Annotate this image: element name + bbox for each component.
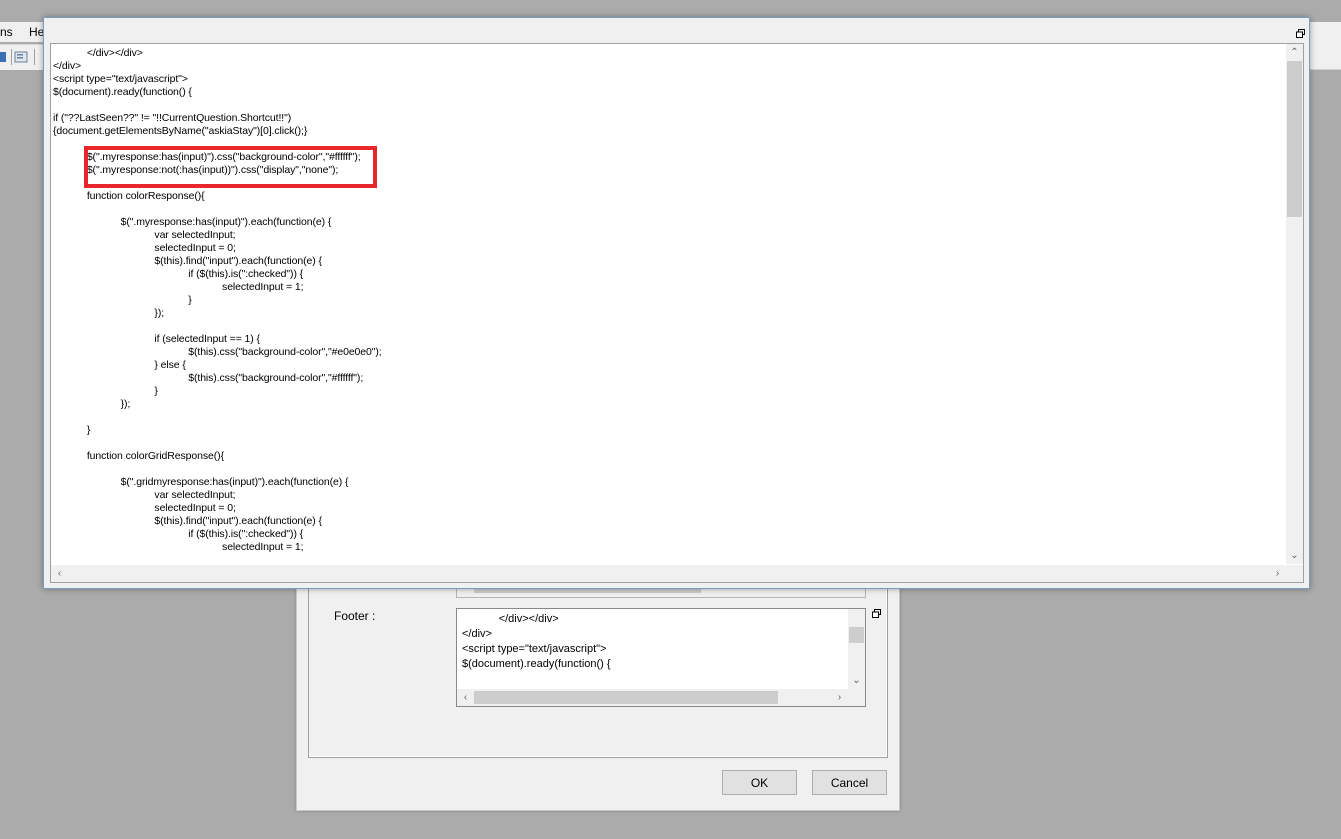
code-line: selectedInput = 0; [53,502,236,514]
app-menubar: ns He [0,22,44,42]
code-line: {document.getElementsByName("askiaStay")… [53,125,308,137]
footer-vscroll-thumb[interactable] [849,627,864,643]
code-line: } [53,294,192,306]
code-content: </div></div> </div> <script type="text/jav… [53,47,382,554]
footer-line: </div></div> [462,613,559,625]
code-line: selectedInput = 0; [53,242,236,254]
code-line: selectedInput = 1; [53,281,304,293]
toolbar-separator [34,49,35,65]
highlight-box [84,146,377,188]
code-line: } [53,424,91,436]
scroll-up-icon[interactable]: ⌃ [1286,44,1303,61]
editor-vscroll-thumb[interactable] [1287,61,1302,217]
code-line: $(document).ready(function() { [53,86,192,98]
restore-icon[interactable] [872,609,881,618]
code-line: var selectedInput; [53,229,236,241]
code-line: </div></div> [53,47,143,59]
code-line: <script type="text/javascript"> [53,73,188,85]
code-line: $(this).find("input").each(function(e) { [53,515,322,527]
ok-button[interactable]: OK [722,770,797,795]
code-line: </div> [53,60,82,72]
footer-hscrollbar[interactable]: ‹ › [457,689,865,706]
footer-textarea[interactable]: </div></div> </div> <script type="text/jav… [456,608,866,707]
properties-group: Footer : </div></div> </div> <script type=… [308,561,888,758]
code-line: function colorGridResponse(){ [53,450,224,462]
code-editor-window: </div></div> </div> <script type="text/jav… [43,17,1310,589]
code-line: $(this).find("input").each(function(e) { [53,255,322,267]
code-textarea[interactable]: </div></div> </div> <script type="text/jav… [50,43,1304,583]
scroll-down-icon[interactable]: ⌄ [1286,547,1303,564]
app-toolbar [0,44,44,70]
scroll-right-icon[interactable]: › [831,689,848,706]
editor-titlebar[interactable] [44,18,1309,42]
scroll-right-icon[interactable]: › [1269,565,1286,582]
properties-icon[interactable] [14,50,28,64]
scroll-down-icon[interactable]: ⌄ [848,672,865,689]
properties-dialog: Footer : </div></div> </div> <script type=… [296,560,900,811]
editor-hscrollbar[interactable]: ‹ › [51,565,1303,582]
code-line: } [53,385,158,397]
toolbar-tool-icon[interactable] [0,50,8,64]
code-line: $(this).css("background-color","#e0e0e0"… [53,346,382,358]
code-line: }); [53,307,165,319]
app-toolbar-right [1310,22,1341,70]
code-line: if ($(this).is(":checked")) { [53,268,304,280]
code-line: $(this).css("background-color","#ffffff"… [53,372,364,384]
scroll-left-icon[interactable]: ‹ [51,565,68,582]
scroll-left-icon[interactable]: ‹ [457,689,474,706]
footer-line: <script type="text/javascript"> [462,643,607,655]
footer-hscroll-thumb[interactable] [474,691,778,704]
code-line: function colorResponse(){ [53,190,205,202]
code-line: if ($(this).is(":checked")) { [53,528,304,540]
code-line: if (selectedInput == 1) { [53,333,260,345]
code-line: }); [53,398,131,410]
cancel-button[interactable]: Cancel [812,770,887,795]
footer-line: </div> [462,628,492,640]
code-line: if ("??LastSeen??" != "!!CurrentQuestion… [53,112,292,124]
footer-vscrollbar[interactable]: ⌄ [848,609,865,689]
code-line: $(".myresponse:has(input)").each(functio… [53,216,332,228]
footer-text: </div></div> </div> <script type="text/jav… [462,612,611,672]
toolbar-separator [11,49,12,65]
editor-vscrollbar[interactable]: ⌃ ⌄ [1286,44,1303,564]
footer-line: $(document).ready(function() { [462,658,611,670]
footer-label: Footer : [334,609,376,623]
code-line: selectedInput = 1; [53,541,304,553]
code-line: var selectedInput; [53,489,236,501]
code-line: } else { [53,359,186,371]
menu-item-options[interactable]: ns [0,25,13,39]
restore-icon[interactable] [1296,29,1305,38]
code-line: $(".gridmyresponse:has(input)").each(fun… [53,476,349,488]
